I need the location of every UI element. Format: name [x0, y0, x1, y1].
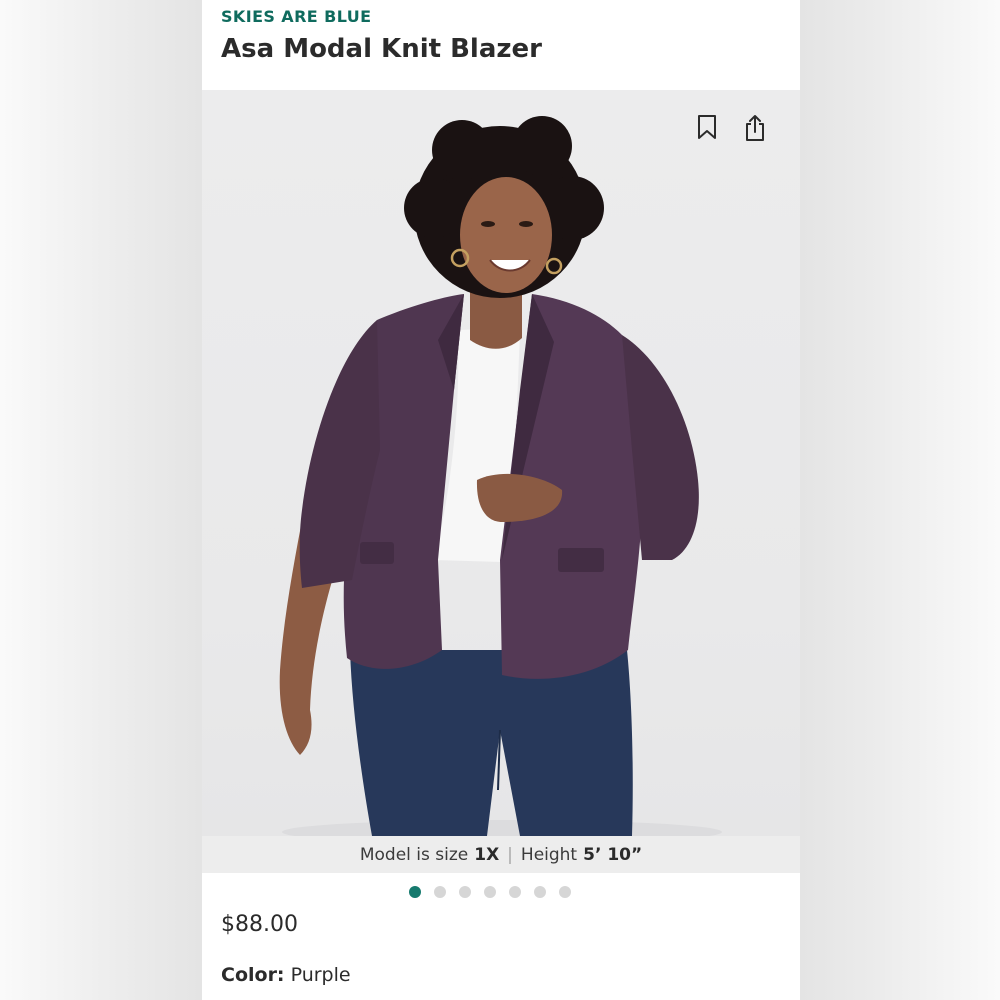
product-image[interactable] [202, 90, 800, 836]
carousel-dots [202, 885, 800, 899]
brand-link[interactable]: SKIES ARE BLUE [221, 7, 371, 26]
color-value: Purple [290, 964, 351, 986]
model-size-value: 1X [474, 844, 500, 865]
carousel-dot-3[interactable] [459, 886, 471, 898]
carousel-dot-7[interactable] [559, 886, 571, 898]
model-size-label: Model is size [359, 844, 469, 865]
carousel-dot-5[interactable] [509, 886, 521, 898]
color-selection: Color: Purple [221, 964, 351, 986]
background-left [0, 0, 202, 1000]
product-title: Asa Modal Knit Blazer [221, 34, 542, 64]
share-button[interactable] [744, 114, 776, 146]
carousel-dot-6[interactable] [534, 886, 546, 898]
model-info-caption: Model is size 1X | Height 5’ 10” [202, 836, 800, 873]
model-photo-illustration [279, 116, 722, 836]
model-info-separator: | [507, 844, 513, 865]
color-label: Color: [221, 964, 285, 986]
bookmark-button[interactable] [696, 114, 728, 146]
model-height-value: 5’ 10” [583, 844, 643, 865]
carousel-dot-4[interactable] [484, 886, 496, 898]
background-right [800, 0, 1000, 1000]
model-height-label: Height [520, 844, 578, 865]
bookmark-icon [698, 115, 716, 139]
carousel-dot-2[interactable] [434, 886, 446, 898]
product-price: $88.00 [221, 912, 298, 937]
carousel-dot-1[interactable] [409, 886, 421, 898]
share-icon [746, 115, 764, 141]
product-card: SKIES ARE BLUE Asa Modal Knit Blazer Mod… [202, 0, 800, 1000]
